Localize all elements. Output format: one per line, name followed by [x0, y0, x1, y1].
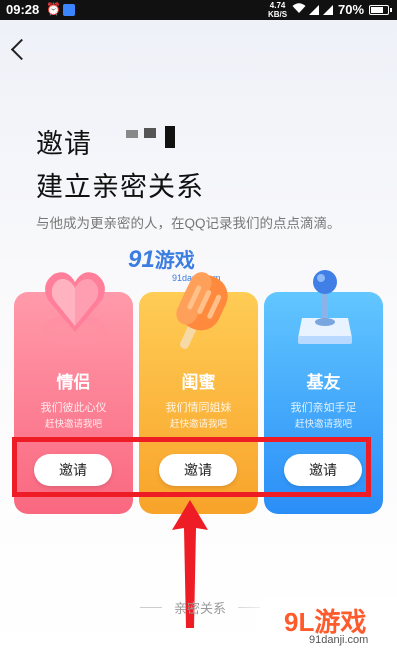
- watermark-corner: 9L游戏 91danji.com: [227, 598, 397, 653]
- back-button[interactable]: [8, 38, 32, 62]
- popsicle-icon: [176, 272, 228, 349]
- redacted-name: [126, 130, 138, 138]
- status-bar: 09:28 ⏰ 4.74 KB/S 70%: [0, 0, 397, 20]
- card-desc: 我们亲如手足: [290, 402, 357, 414]
- card-hint: 赶快邀请我吧: [169, 419, 227, 430]
- card-title: 闺蜜: [181, 373, 216, 392]
- battery-icon: [369, 5, 392, 15]
- card-hint: 赶快邀请我吧: [294, 419, 352, 430]
- page-title-line1: 邀请: [36, 129, 92, 159]
- card-desc: 我们情同姐妹: [165, 402, 232, 414]
- battery-percent: 70%: [338, 2, 365, 17]
- network-speed: 4.74 KB/S: [268, 1, 288, 19]
- alarm-icon: ⏰: [46, 2, 61, 16]
- card-hint: 赶快邀请我吧: [44, 419, 102, 430]
- heart-icon: [43, 272, 107, 346]
- joystick-icon: [298, 270, 352, 344]
- wifi-icon: [292, 2, 306, 17]
- card-title: 基友: [306, 373, 341, 392]
- invite-page: 邀请 建立亲密关系 与他成为更亲密的人，在QQ记录我们的点点滴滴。 91游戏 9…: [0, 20, 397, 653]
- page-subtitle: 与他成为更亲密的人，在QQ记录我们的点点滴滴。: [36, 216, 341, 231]
- card-title: 情侣: [56, 373, 91, 392]
- app-notification-icon: [63, 4, 75, 16]
- signal-icon: [308, 3, 336, 16]
- card-desc: 我们彼此心仪: [40, 402, 107, 414]
- redacted-name: [144, 128, 156, 138]
- annotation-highlight-box: [12, 437, 371, 497]
- page-title-line2: 建立亲密关系: [36, 172, 204, 202]
- redacted-name: [165, 126, 175, 148]
- status-time: 09:28: [6, 2, 40, 17]
